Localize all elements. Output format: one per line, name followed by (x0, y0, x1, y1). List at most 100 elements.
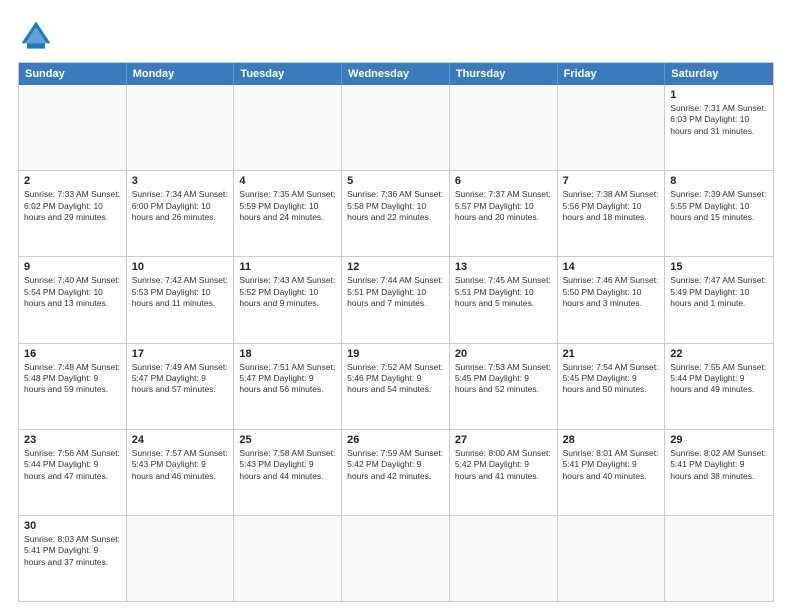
header (18, 18, 774, 54)
day-number: 14 (563, 261, 660, 273)
day-number: 30 (24, 520, 121, 532)
day-info: Sunrise: 7:35 AM Sunset: 5:59 PM Dayligh… (239, 189, 336, 223)
day-number: 23 (24, 434, 121, 446)
day-cell-3: 3Sunrise: 7:34 AM Sunset: 6:00 PM Daylig… (127, 171, 235, 256)
day-number: 27 (455, 434, 552, 446)
day-header-tuesday: Tuesday (234, 63, 342, 85)
empty-cell (558, 516, 666, 601)
day-info: Sunrise: 7:36 AM Sunset: 5:58 PM Dayligh… (347, 189, 444, 223)
day-number: 15 (670, 261, 768, 273)
day-cell-15: 15 Sunrise: 7:47 AM Sunset: 5:49 PM Dayli… (665, 257, 773, 342)
day-number: 19 (347, 348, 444, 360)
week-row-1: 1Sunrise: 7:31 AM Sunset: 6:03 PM Daylig… (19, 85, 773, 171)
empty-cell (558, 85, 666, 170)
day-info: Sunrise: 7:51 AM Sunset: 5:47 PM Dayligh… (239, 362, 336, 396)
day-info: Sunrise: 7:44 AM Sunset: 5:51 PM Dayligh… (347, 275, 444, 309)
day-cell-26: 26Sunrise: 7:59 AM Sunset: 5:42 PM Dayli… (342, 430, 450, 515)
day-cell-22: 22Sunrise: 7:55 AM Sunset: 5:44 PM Dayli… (665, 344, 773, 429)
day-number: 8 (670, 175, 768, 187)
day-number: 5 (347, 175, 444, 187)
day-info: Sunrise: 7:57 AM Sunset: 5:43 PM Dayligh… (132, 448, 229, 482)
empty-cell (342, 516, 450, 601)
empty-cell (665, 516, 773, 601)
day-number: 17 (132, 348, 229, 360)
day-cell-21: 21 Sunrise: 7:54 AM Sunset: 5:45 PM Dayli… (558, 344, 666, 429)
empty-cell (342, 85, 450, 170)
day-number: 2 (24, 175, 121, 187)
day-info: Sunrise: 7:37 AM Sunset: 5:57 PM Dayligh… (455, 189, 552, 223)
day-info: Sunrise: 7:42 AM Sunset: 5:53 PM Dayligh… (132, 275, 229, 309)
day-info: Sunrise: 8:03 AM Sunset: 5:41 PM Dayligh… (24, 534, 121, 568)
day-info: Sunrise: 7:48 AM Sunset: 5:48 PM Dayligh… (24, 362, 121, 396)
empty-cell (127, 516, 235, 601)
day-info: Sunrise: 8:02 AM Sunset: 5:41 PM Dayligh… (670, 448, 768, 482)
day-number: 4 (239, 175, 336, 187)
day-number: 11 (239, 261, 336, 273)
day-cell-19: 19 Sunrise: 7:52 AM Sunset: 5:46 PM Dayli… (342, 344, 450, 429)
week-row-4: 16 Sunrise: 7:48 AM Sunset: 5:48 PM Dayli… (19, 344, 773, 430)
day-cell-12: 12 Sunrise: 7:44 AM Sunset: 5:51 PM Dayli… (342, 257, 450, 342)
logo-icon (18, 18, 54, 54)
day-cell-20: 20Sunrise: 7:53 AM Sunset: 5:45 PM Dayli… (450, 344, 558, 429)
day-number: 16 (24, 348, 121, 360)
calendar-body: 1Sunrise: 7:31 AM Sunset: 6:03 PM Daylig… (19, 85, 773, 601)
calendar: SundayMondayTuesdayWednesdayThursdayFrid… (18, 62, 774, 602)
day-number: 1 (670, 89, 768, 101)
day-header-thursday: Thursday (450, 63, 558, 85)
day-info: Sunrise: 7:52 AM Sunset: 5:46 PM Dayligh… (347, 362, 444, 396)
empty-cell (450, 85, 558, 170)
day-info: Sunrise: 8:00 AM Sunset: 5:42 PM Dayligh… (455, 448, 552, 482)
day-number: 25 (239, 434, 336, 446)
day-info: Sunrise: 7:40 AM Sunset: 5:54 PM Dayligh… (24, 275, 121, 309)
day-cell-28: 28Sunrise: 8:01 AM Sunset: 5:41 PM Dayli… (558, 430, 666, 515)
day-info: Sunrise: 7:49 AM Sunset: 5:47 PM Dayligh… (132, 362, 229, 396)
day-number: 18 (239, 348, 336, 360)
week-row-2: 2 Sunrise: 7:33 AM Sunset: 6:02 PM Daylig… (19, 171, 773, 257)
day-number: 13 (455, 261, 552, 273)
day-cell-5: 5 Sunrise: 7:36 AM Sunset: 5:58 PM Daylig… (342, 171, 450, 256)
page: SundayMondayTuesdayWednesdayThursdayFrid… (0, 0, 792, 612)
day-info: Sunrise: 7:54 AM Sunset: 5:45 PM Dayligh… (563, 362, 660, 396)
day-number: 28 (563, 434, 660, 446)
day-info: Sunrise: 7:59 AM Sunset: 5:42 PM Dayligh… (347, 448, 444, 482)
day-cell-7: 7Sunrise: 7:38 AM Sunset: 5:56 PM Daylig… (558, 171, 666, 256)
week-row-6: 30 Sunrise: 8:03 AM Sunset: 5:41 PM Dayli… (19, 516, 773, 601)
day-cell-16: 16 Sunrise: 7:48 AM Sunset: 5:48 PM Dayli… (19, 344, 127, 429)
day-cell-11: 11Sunrise: 7:43 AM Sunset: 5:52 PM Dayli… (234, 257, 342, 342)
week-row-3: 9 Sunrise: 7:40 AM Sunset: 5:54 PM Daylig… (19, 257, 773, 343)
day-header-wednesday: Wednesday (342, 63, 450, 85)
day-cell-30: 30 Sunrise: 8:03 AM Sunset: 5:41 PM Dayli… (19, 516, 127, 601)
day-cell-10: 10 Sunrise: 7:42 AM Sunset: 5:53 PM Dayli… (127, 257, 235, 342)
day-cell-27: 27 Sunrise: 8:00 AM Sunset: 5:42 PM Dayli… (450, 430, 558, 515)
day-number: 24 (132, 434, 229, 446)
day-header-friday: Friday (558, 63, 666, 85)
day-cell-25: 25Sunrise: 7:58 AM Sunset: 5:43 PM Dayli… (234, 430, 342, 515)
day-number: 3 (132, 175, 229, 187)
day-info: Sunrise: 7:53 AM Sunset: 5:45 PM Dayligh… (455, 362, 552, 396)
day-cell-9: 9 Sunrise: 7:40 AM Sunset: 5:54 PM Daylig… (19, 257, 127, 342)
empty-cell (234, 516, 342, 601)
day-cell-8: 8Sunrise: 7:39 AM Sunset: 5:55 PM Daylig… (665, 171, 773, 256)
day-info: Sunrise: 7:33 AM Sunset: 6:02 PM Dayligh… (24, 189, 121, 223)
empty-cell (127, 85, 235, 170)
day-number: 21 (563, 348, 660, 360)
day-cell-6: 6 Sunrise: 7:37 AM Sunset: 5:57 PM Daylig… (450, 171, 558, 256)
day-cell-4: 4 Sunrise: 7:35 AM Sunset: 5:59 PM Daylig… (234, 171, 342, 256)
day-number: 10 (132, 261, 229, 273)
day-number: 29 (670, 434, 768, 446)
day-info: Sunrise: 7:47 AM Sunset: 5:49 PM Dayligh… (670, 275, 768, 309)
day-cell-17: 17 Sunrise: 7:49 AM Sunset: 5:47 PM Dayli… (127, 344, 235, 429)
day-cell-14: 14 Sunrise: 7:46 AM Sunset: 5:50 PM Dayli… (558, 257, 666, 342)
empty-cell (19, 85, 127, 170)
day-cell-24: 24 Sunrise: 7:57 AM Sunset: 5:43 PM Dayli… (127, 430, 235, 515)
day-number: 9 (24, 261, 121, 273)
day-number: 12 (347, 261, 444, 273)
day-cell-18: 18 Sunrise: 7:51 AM Sunset: 5:47 PM Dayli… (234, 344, 342, 429)
day-header-sunday: Sunday (19, 63, 127, 85)
day-number: 6 (455, 175, 552, 187)
day-number: 22 (670, 348, 768, 360)
empty-cell (234, 85, 342, 170)
day-cell-13: 13Sunrise: 7:45 AM Sunset: 5:51 PM Dayli… (450, 257, 558, 342)
day-info: Sunrise: 7:46 AM Sunset: 5:50 PM Dayligh… (563, 275, 660, 309)
day-cell-2: 2 Sunrise: 7:33 AM Sunset: 6:02 PM Daylig… (19, 171, 127, 256)
